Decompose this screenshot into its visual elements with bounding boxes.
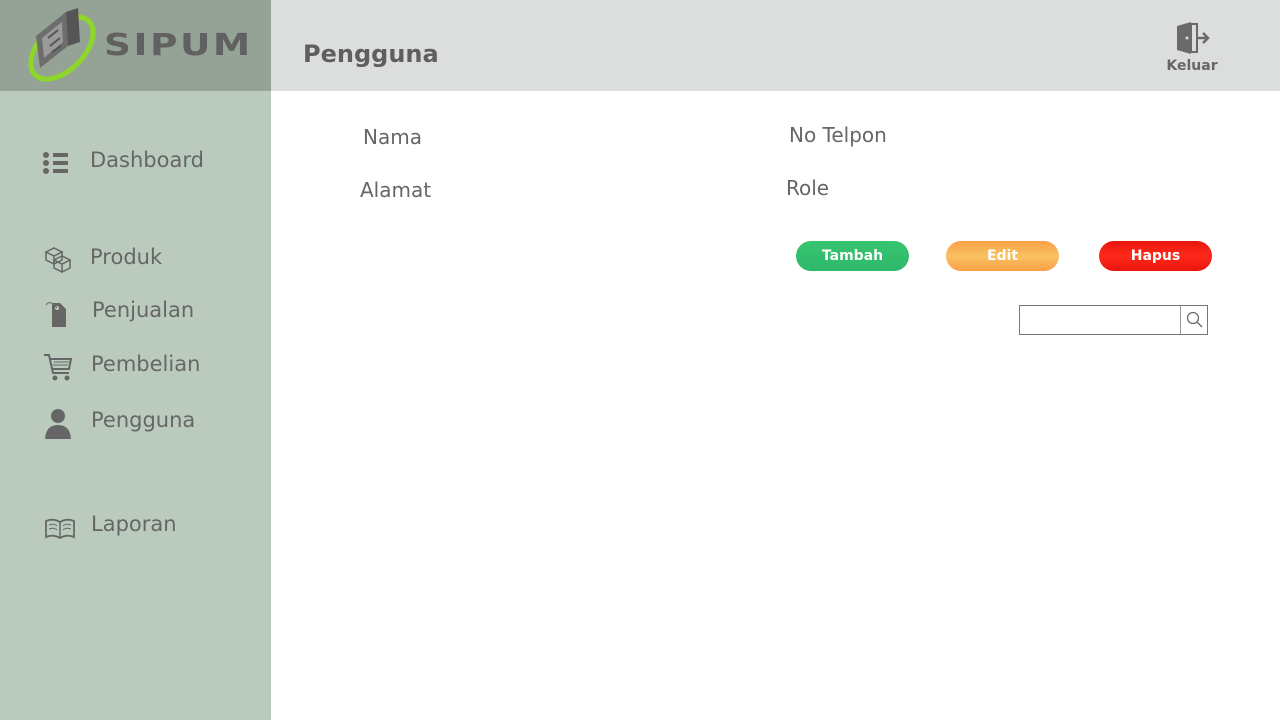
search-icon [1186, 311, 1203, 328]
logout-label: Keluar [1166, 58, 1218, 74]
sidebar-item-pengguna[interactable]: Pengguna [0, 401, 271, 441]
sidebar-item-label: Dashboard [90, 148, 204, 172]
logout-button[interactable]: Keluar [1162, 20, 1222, 80]
top-header: Pengguna Keluar [271, 0, 1280, 91]
open-book-icon [45, 518, 75, 540]
user-icon [45, 409, 71, 439]
delete-button[interactable]: Hapus [1099, 241, 1212, 271]
sidebar-item-label: Pengguna [91, 408, 196, 432]
field-label-alamat: Alamat [360, 178, 432, 202]
price-tag-icon [45, 302, 66, 327]
shopping-cart-icon [44, 354, 73, 381]
search-input[interactable] [1020, 306, 1182, 332]
field-label-nama: Nama [363, 125, 422, 149]
app-name: SIPUM [104, 28, 253, 63]
list-icon [43, 152, 68, 174]
sidebar-item-label: Penjualan [92, 298, 195, 322]
sidebar-item-label: Pembelian [91, 352, 201, 376]
edit-button[interactable]: Edit [946, 241, 1059, 271]
sidebar-item-produk[interactable]: Produk [0, 238, 271, 278]
sidebar-item-pembelian[interactable]: Pembelian [0, 345, 271, 385]
sidebar-item-label: Produk [90, 245, 163, 269]
add-button[interactable]: Tambah [796, 241, 909, 271]
boxes-icon [44, 247, 72, 274]
search-button[interactable] [1180, 306, 1208, 334]
exit-door-icon [1177, 22, 1210, 54]
field-label-no-telpon: No Telpon [789, 123, 887, 147]
sidebar-item-dashboard[interactable]: Dashboard [0, 141, 271, 181]
logo: SIPUM [0, 0, 271, 91]
field-label-role: Role [786, 176, 830, 200]
sidebar-item-laporan[interactable]: Laporan [0, 505, 271, 545]
search-box [1019, 305, 1208, 335]
sidebar: Dashboard Produk Penjualan Pembelian Pen… [0, 91, 271, 720]
page-title: Pengguna [303, 40, 439, 68]
sidebar-item-penjualan[interactable]: Penjualan [0, 291, 271, 331]
sidebar-item-label: Laporan [91, 512, 177, 536]
book-logo-icon [28, 8, 96, 82]
